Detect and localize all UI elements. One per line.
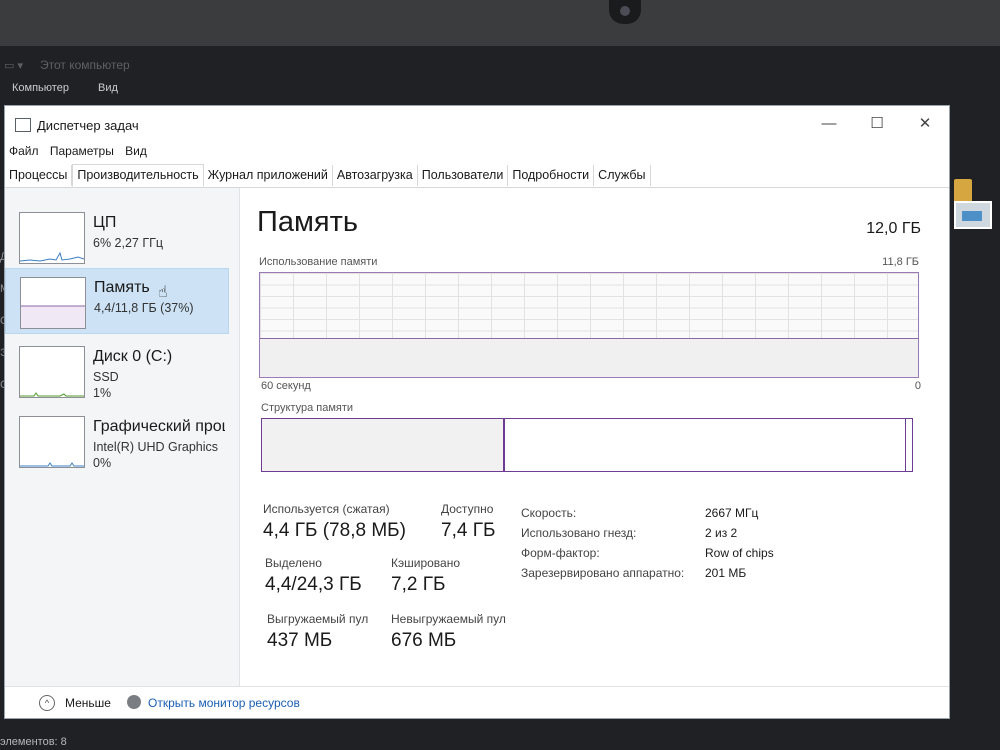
sidebar-item-gpu-label: Графический процессор (93, 418, 225, 435)
hand-cursor-icon: ☝ (158, 284, 168, 301)
close-button[interactable]: ✕ (905, 112, 945, 136)
hardware-reserved-label: Зарезервировано аппаратно: (521, 566, 685, 580)
nonpaged-pool-label: Невыгружаемый пул (391, 612, 506, 626)
explorer-title: Этот компьютер (40, 58, 130, 72)
performance-sidebar: ЦП 6% 2,27 ГГц Память 4,4/11,8 ГБ (37%) … (5, 188, 240, 686)
window-title: Диспетчер задач (15, 118, 139, 133)
form-factor-value: Row of chips (705, 546, 774, 560)
speed-value: 2667 МГц (705, 506, 759, 520)
usage-graph-time-right: 0 (914, 380, 921, 392)
memory-structure-in-use[interactable] (262, 419, 505, 471)
disk-mini-graph (19, 346, 85, 398)
panel-title: Память (257, 206, 359, 238)
structure-label: Структура памяти (261, 402, 354, 414)
memory-total: 12,0 ГБ (866, 220, 921, 237)
paged-pool-value: 437 МБ (267, 630, 333, 651)
slots-label: Использовано гнезд: (521, 526, 637, 540)
explorer-status-bar: элементов: 8 (0, 736, 67, 748)
memory-structure-reserved[interactable] (905, 419, 906, 471)
in-use-value: 4,4 ГБ (78,8 МБ) (263, 520, 406, 541)
sidebar-item-cpu-sub: 6% 2,27 ГГц (93, 236, 164, 250)
in-use-label: Используется (сжатая) (263, 502, 390, 516)
chevron-up-icon[interactable]: ^ (39, 695, 55, 711)
explorer-menu: Компьютер Вид (12, 82, 144, 94)
explorer-menu-computer[interactable]: Компьютер (12, 82, 69, 94)
menu-view[interactable]: Вид (125, 144, 147, 158)
form-factor-label: Форм-фактор: (521, 546, 600, 560)
tab-processes[interactable]: Процессы (5, 165, 73, 186)
memory-usage-fill (260, 337, 918, 377)
sidebar-item-cpu-label: ЦП (93, 214, 117, 231)
cpu-mini-graph (19, 212, 85, 264)
footer-bar: ^ Меньше Открыть монитор ресурсов (5, 686, 949, 719)
tab-startup[interactable]: Автозагрузка (333, 165, 418, 186)
explorer-menu-view[interactable]: Вид (98, 82, 118, 94)
nonpaged-pool-value: 676 МБ (391, 630, 457, 651)
hardware-reserved-value: 201 МБ (705, 566, 747, 580)
memory-mini-graph (20, 277, 86, 329)
memory-usage-graph (259, 272, 919, 378)
menu-bar: Файл Параметры Вид (9, 144, 155, 158)
fewer-details-button[interactable]: Меньше (65, 696, 111, 710)
sidebar-item-disk[interactable]: Диск 0 (C:) SSD 1% (5, 338, 227, 402)
slots-value: 2 из 2 (705, 526, 738, 540)
sidebar-item-gpu[interactable]: Графический процессор Intel(R) UHD Graph… (5, 408, 227, 472)
sidebar-item-disk-sub: SSD (93, 370, 119, 384)
task-manager-icon (15, 118, 31, 132)
task-manager-window: Диспетчер задач — ☐ ✕ Файл Параметры Вид… (4, 105, 950, 719)
sidebar-item-cpu[interactable]: ЦП 6% 2,27 ГГц (5, 204, 227, 268)
paged-pool-label: Выгружаемый пул (267, 612, 369, 626)
webcam (609, 0, 641, 24)
memory-panel: Память 12,0 ГБ Использование памяти 11,8… (255, 198, 945, 688)
available-value: 7,4 ГБ (441, 520, 496, 541)
menu-file[interactable]: Файл (9, 144, 39, 158)
quick-access-toolbar[interactable]: ▭ ▾ (4, 59, 23, 72)
committed-label: Выделено (265, 556, 322, 570)
sidebar-item-disk-sub2: 1% (93, 386, 112, 400)
sidebar-item-memory-sub: 4,4/11,8 ГБ (37%) (94, 301, 194, 315)
usage-graph-max: 11,8 ГБ (882, 256, 919, 268)
open-resource-monitor-link[interactable]: Открыть монитор ресурсов (148, 696, 300, 710)
speed-label: Скорость: (521, 506, 577, 520)
menu-options[interactable]: Параметры (50, 144, 114, 158)
sidebar-item-gpu-sub: Intel(R) UHD Graphics (93, 440, 219, 454)
committed-value: 4,4/24,3 ГБ (265, 574, 362, 595)
tab-bar: Процессы Производительность Журнал прило… (5, 164, 949, 188)
tab-app-history[interactable]: Журнал приложений (204, 165, 333, 186)
window-title-text: Диспетчер задач (37, 118, 139, 133)
cached-label: Кэшировано (391, 556, 461, 570)
sidebar-item-disk-label: Диск 0 (C:) (93, 348, 173, 365)
maximize-button[interactable]: ☐ (857, 112, 897, 136)
tab-services[interactable]: Службы (594, 165, 651, 186)
laptop-bezel (0, 0, 1000, 46)
resource-monitor-icon[interactable] (127, 695, 141, 709)
tab-details[interactable]: Подробности (508, 165, 595, 186)
gpu-mini-graph (19, 416, 85, 468)
image-file-icon[interactable] (954, 201, 992, 229)
tab-performance[interactable]: Производительность (72, 164, 204, 187)
memory-structure-bar[interactable] (261, 418, 913, 472)
tab-users[interactable]: Пользователи (418, 165, 509, 186)
minimize-button[interactable]: — (809, 112, 849, 136)
sidebar-item-gpu-sub2: 0% (93, 456, 112, 470)
available-label: Доступно (441, 502, 494, 516)
sidebar-item-memory[interactable]: Память 4,4/11,8 ГБ (37%) (5, 268, 229, 334)
cached-value: 7,2 ГБ (391, 574, 446, 595)
usage-graph-label: Использование памяти (259, 256, 378, 268)
usage-graph-time-left: 60 секунд (261, 380, 311, 392)
